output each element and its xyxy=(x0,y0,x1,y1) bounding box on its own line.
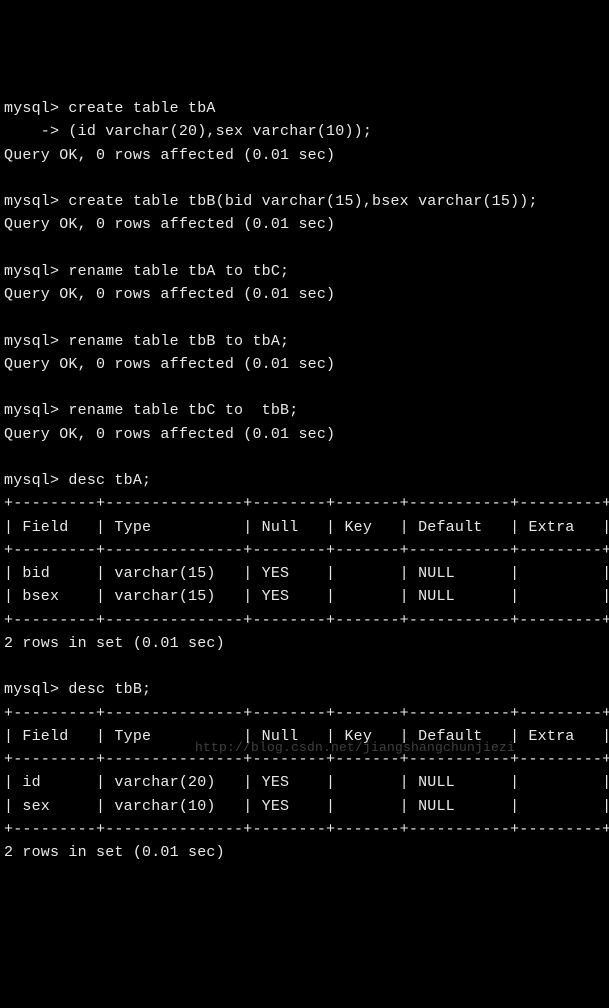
mysql-terminal: mysql> create table tbA -> (id varchar(2… xyxy=(4,97,605,864)
